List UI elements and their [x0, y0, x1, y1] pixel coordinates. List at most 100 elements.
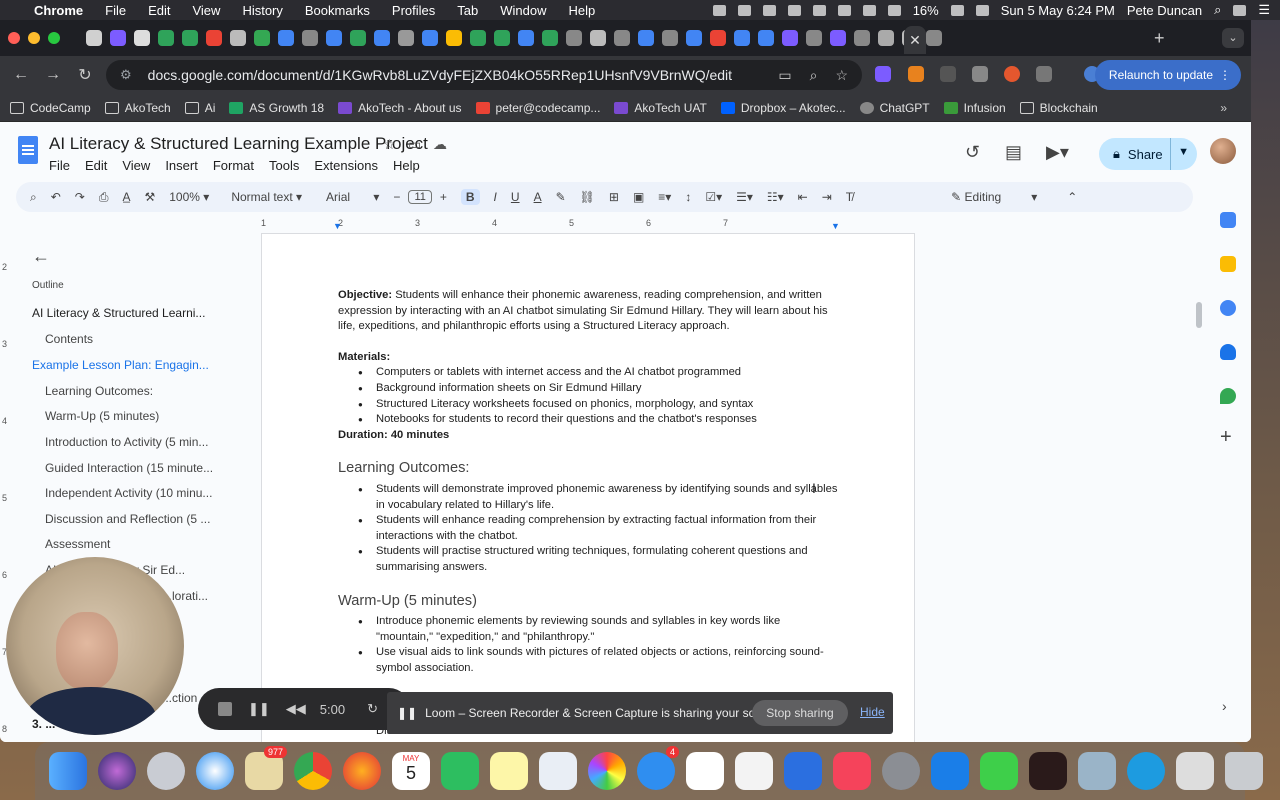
outline-item[interactable]: Independent Activity (10 minu... — [45, 486, 230, 500]
mail-icon[interactable]: 977 — [245, 746, 287, 790]
text-color-icon[interactable]: A — [534, 190, 542, 204]
maps-icon[interactable] — [539, 752, 577, 790]
tab-favicon[interactable] — [182, 30, 198, 46]
list-item[interactable]: Students will demonstrate improved phone… — [338, 482, 838, 513]
bookmark-star-icon[interactable]: ☆ — [835, 67, 848, 84]
docs-menu-extensions[interactable]: Extensions — [314, 158, 378, 173]
bookmark-akotech[interactable]: AkoTech — [104, 101, 171, 115]
control-center-icon[interactable] — [975, 4, 989, 16]
tab-favicon[interactable] — [446, 30, 462, 46]
zoom-window-button[interactable] — [48, 32, 60, 44]
account-avatar[interactable] — [1210, 138, 1236, 164]
bookmark-chatgpt[interactable]: ChatGPT — [859, 101, 930, 115]
docs-menu-edit[interactable]: Edit — [85, 158, 107, 173]
insert-image-icon[interactable]: ▣ — [633, 190, 644, 204]
tab-favicon[interactable] — [926, 30, 942, 46]
tasks-icon[interactable] — [1220, 300, 1236, 316]
zoom-select[interactable]: 100% ▾ — [169, 190, 209, 204]
tab-favicon[interactable] — [158, 30, 174, 46]
app-icon[interactable] — [980, 752, 1018, 790]
list-item[interactable]: Computers or tablets with internet acces… — [338, 365, 838, 381]
calendar-icon[interactable] — [1220, 212, 1236, 228]
keep-icon[interactable] — [1220, 256, 1236, 272]
tab-search-button[interactable]: ⌄ — [1222, 28, 1244, 48]
list-item[interactable]: Students will practise structured writin… — [338, 544, 838, 575]
docs-menu-insert[interactable]: Insert — [165, 158, 198, 173]
safari-icon[interactable] — [196, 752, 234, 790]
menu-help[interactable]: Help — [569, 3, 596, 18]
document-body[interactable]: Objective: Students will enhance their p… — [338, 288, 838, 740]
tab-favicon[interactable] — [854, 30, 870, 46]
tab-favicon[interactable] — [254, 30, 270, 46]
tab-favicon[interactable] — [470, 30, 486, 46]
menu-view[interactable]: View — [192, 3, 220, 18]
tab-favicon[interactable] — [590, 30, 606, 46]
list-item[interactable]: Notebooks for students to record their q… — [338, 412, 838, 428]
extension-icon[interactable] — [972, 66, 988, 82]
bold-icon[interactable]: B — [460, 189, 480, 205]
tab-favicon[interactable] — [86, 30, 102, 46]
outline-item[interactable]: Introduction to Activity (5 min... — [45, 435, 230, 449]
version-history-icon[interactable]: ↺ — [965, 142, 980, 163]
tab-favicon[interactable] — [878, 30, 894, 46]
menu-bookmarks[interactable]: Bookmarks — [305, 3, 370, 18]
tab-favicon[interactable] — [566, 30, 582, 46]
calendar-icon[interactable]: MAY 5 — [392, 752, 430, 790]
bookmark-gmail[interactable]: peter@codecamp... — [475, 101, 600, 115]
trash-icon[interactable] — [1225, 752, 1263, 790]
tab-favicon[interactable] — [662, 30, 678, 46]
downloads-stack-icon[interactable] — [1176, 752, 1214, 790]
close-window-button[interactable] — [8, 32, 20, 44]
tab-favicon[interactable] — [734, 30, 750, 46]
docs-menu-format[interactable]: Format — [213, 158, 254, 173]
minimize-window-button[interactable] — [28, 32, 40, 44]
clear-formatting-icon[interactable]: T̸ — [846, 190, 853, 204]
undo-icon[interactable]: ↶ — [51, 190, 61, 204]
bookmark-codecamp[interactable]: CodeCamp — [10, 101, 91, 115]
bookmark-infusion[interactable]: Infusion — [943, 101, 1006, 115]
bluetooth-icon[interactable] — [862, 4, 876, 16]
loom-webcam-bubble[interactable] — [6, 557, 184, 735]
decrease-font-size-icon[interactable]: − — [393, 190, 400, 204]
bookmark-ai[interactable]: Ai — [184, 101, 215, 115]
docs-menu-file[interactable]: File — [49, 158, 70, 173]
address-bar[interactable]: ⚙ docs.google.com/document/d/1KGwRvb8LuZ… — [106, 60, 862, 90]
bookmark-as-growth[interactable]: AS Growth 18 — [229, 101, 324, 115]
pause-icon[interactable]: ❚❚ — [248, 701, 270, 717]
tab-favicon[interactable] — [686, 30, 702, 46]
loom-extension-icon[interactable] — [1004, 66, 1020, 82]
document-title[interactable]: AI Literacy & Structured Learning Exampl… — [49, 134, 428, 154]
italic-icon[interactable]: I — [494, 190, 497, 204]
tab-favicon[interactable] — [422, 30, 438, 46]
docs-menu-view[interactable]: View — [122, 158, 150, 173]
tab-favicon[interactable] — [494, 30, 510, 46]
notion-icon[interactable] — [940, 66, 956, 82]
status-icon[interactable] — [812, 4, 826, 16]
insert-link-icon[interactable]: ⛓ — [580, 190, 595, 204]
numbers-icon[interactable] — [735, 752, 773, 790]
list-item[interactable]: Introduce phonemic elements by reviewing… — [338, 614, 838, 645]
cloud-saved-icon[interactable]: ☁ — [433, 136, 447, 153]
notes-icon[interactable] — [490, 752, 528, 790]
learning-outcomes-heading[interactable]: Learning Outcomes: — [338, 461, 838, 477]
expand-panel-icon[interactable]: › — [1222, 698, 1227, 714]
tab-favicon[interactable] — [110, 30, 126, 46]
outline-item[interactable]: Learning Outcomes: — [45, 384, 230, 398]
objective-paragraph[interactable]: Objective: Students will enhance their p… — [338, 288, 838, 335]
bookmark-akotech-uat[interactable]: AkoTech UAT — [614, 101, 707, 115]
status-icon[interactable] — [712, 4, 726, 16]
maps-icon[interactable] — [1220, 388, 1236, 404]
menu-edit[interactable]: Edit — [148, 3, 170, 18]
chrome-icon[interactable] — [294, 752, 332, 790]
numbered-list-icon[interactable]: ☷▾ — [767, 190, 784, 204]
outline-item[interactable]: Assessment — [45, 537, 230, 551]
tab-favicon[interactable] — [398, 30, 414, 46]
notification-center-icon[interactable]: ☰ — [1258, 2, 1270, 18]
evernote-icon[interactable] — [441, 752, 479, 790]
decrease-indent-icon[interactable]: ⇤ — [798, 190, 808, 204]
back-button[interactable]: ← — [8, 66, 34, 84]
tab-favicon[interactable] — [350, 30, 366, 46]
clock[interactable]: Sun 5 May 6:24 PM — [1001, 3, 1115, 18]
user-name[interactable]: Pete Duncan — [1127, 3, 1202, 18]
zoom-search-icon[interactable]: ⌕ — [810, 67, 818, 84]
